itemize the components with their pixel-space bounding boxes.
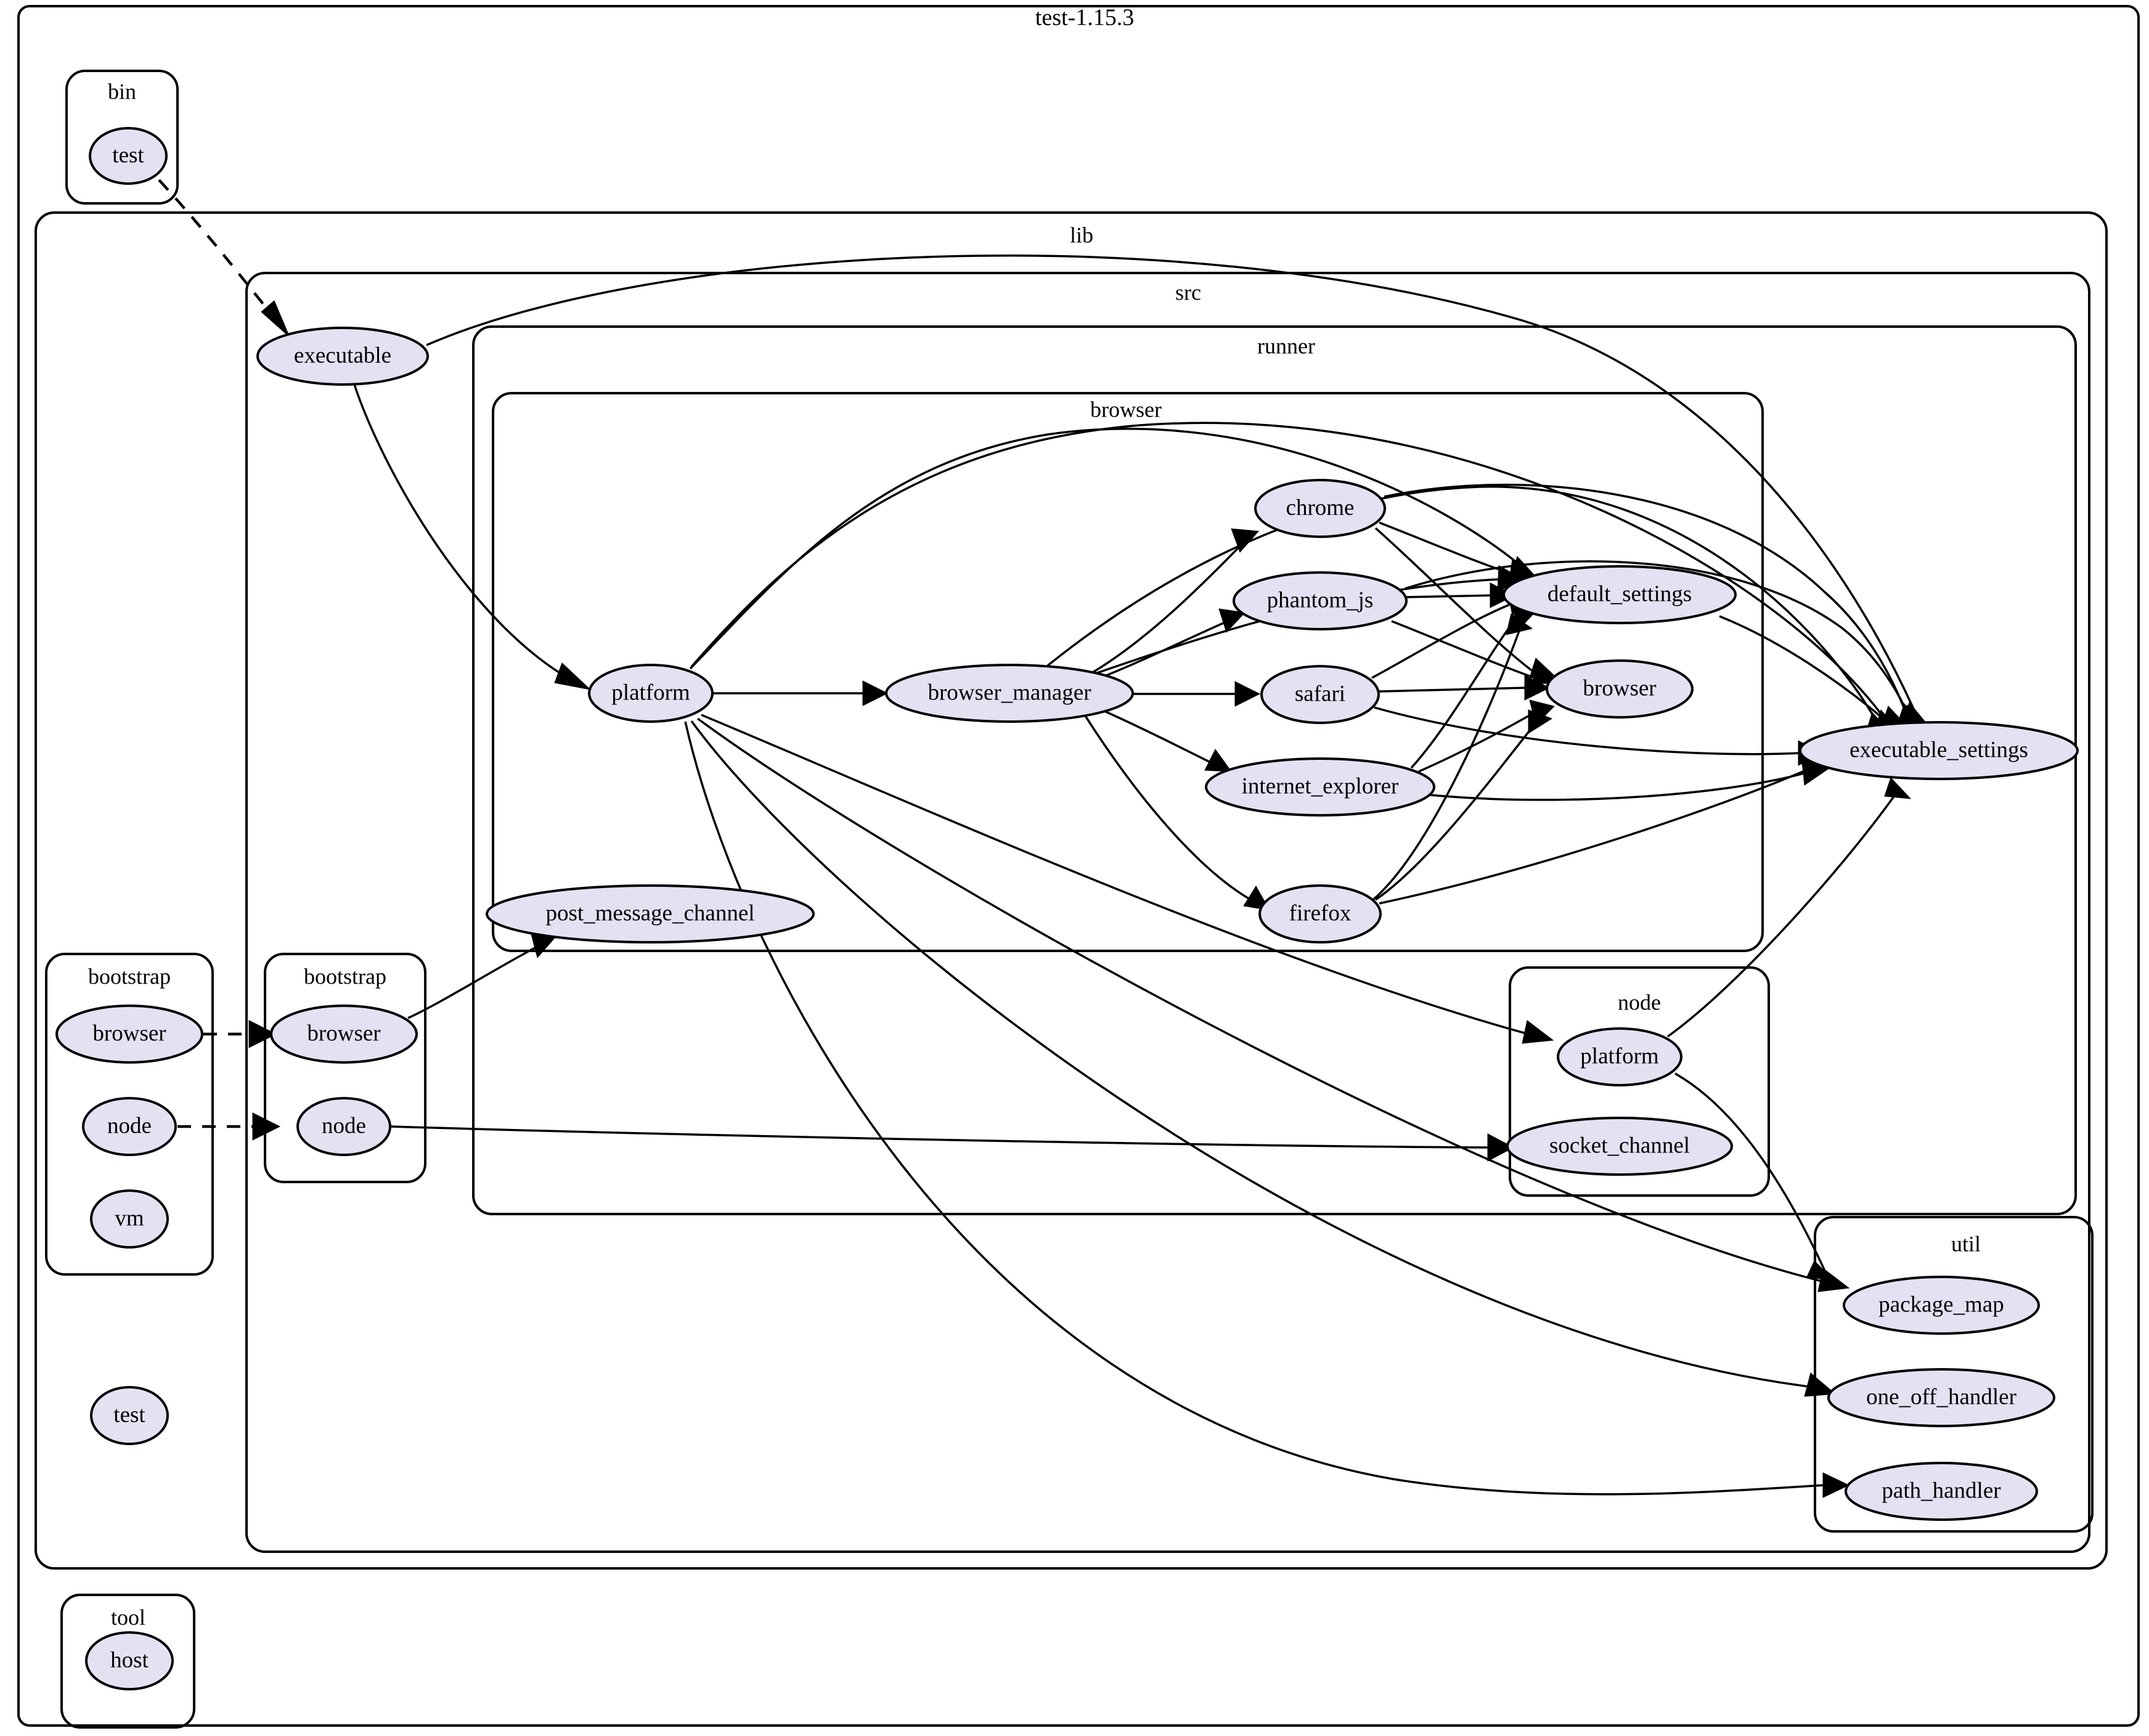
- arrowhead-bin_test-executable: [261, 300, 290, 338]
- node-chrome[interactable]: chrome: [1254, 479, 1386, 538]
- node-label: browser_manager: [928, 680, 1091, 705]
- cluster-root: [17, 5, 2140, 1727]
- edge-firefox-browser: [1375, 719, 1539, 901]
- edge-executable-executable_settings: [426, 255, 1919, 719]
- graph-svg: test-1.15.3 bin lib src runner browser n…: [17, 5, 2140, 1729]
- node-label: chrome: [1286, 495, 1355, 520]
- node-executable[interactable]: executable: [256, 327, 429, 386]
- node-label: executable: [294, 343, 391, 368]
- node-bootstrap-outer-browser[interactable]: browser: [55, 1005, 203, 1064]
- node-bootstrap-outer-node[interactable]: node: [82, 1097, 177, 1156]
- graph-title: test-1.15.3: [1035, 5, 1134, 31]
- node-safari[interactable]: safari: [1260, 665, 1380, 724]
- node-bootstrap-lib-node[interactable]: node: [296, 1097, 391, 1156]
- cluster-label-util: util: [1951, 1231, 1981, 1256]
- edge-node_platform-package_map: [1674, 1072, 1825, 1270]
- edge-internet_explorer-default_settings: [1410, 615, 1519, 769]
- edge-bs_lib_browser-post_message_channel: [407, 947, 536, 1019]
- node-label: package_map: [1878, 1292, 2004, 1317]
- node-firefox[interactable]: firefox: [1258, 884, 1382, 943]
- cluster-lib: [35, 211, 2108, 1570]
- edge-browser_manager-chrome: [1089, 541, 1245, 675]
- node-label: socket_channel: [1549, 1133, 1690, 1158]
- arrowhead-platform-node_platform: [1522, 1020, 1554, 1044]
- node-label: test: [113, 1402, 145, 1427]
- node-socket-channel[interactable]: socket_channel: [1506, 1117, 1733, 1176]
- node-bin-test[interactable]: test: [89, 127, 168, 185]
- node-label: one_off_handler: [1866, 1384, 2016, 1409]
- node-label: safari: [1295, 681, 1345, 706]
- edge-phantom_js-default_settings: [1406, 594, 1495, 598]
- edge-bs_lib_node-socket_channel: [390, 1125, 1491, 1149]
- cluster-label-bootstrap-lib: bootstrap: [304, 964, 386, 988]
- edge-browser_manager-internet_explorer: [1103, 709, 1210, 763]
- node-package-map[interactable]: package_map: [1843, 1276, 2040, 1335]
- arrowhead-platform-browser_manager: [862, 680, 889, 706]
- node-label: firefox: [1289, 900, 1352, 926]
- node-label: vm: [115, 1205, 144, 1231]
- edge-chrome-default_settings: [1379, 521, 1511, 574]
- arrowhead-node_platform-executable_settings: [1884, 777, 1912, 799]
- node-label: internet_explorer: [1242, 773, 1399, 799]
- edge-browser_manager-firefox: [1083, 714, 1249, 900]
- cluster-label-layer: test-1.15.3 bin lib src runner browser n…: [88, 5, 1981, 1630]
- node-bootstrap-outer-vm[interactable]: vm: [90, 1189, 169, 1249]
- cluster-label-lib: lib: [1070, 222, 1093, 247]
- node-bootstrap-lib-browser[interactable]: browser: [270, 1005, 418, 1064]
- node-label: platform: [1580, 1043, 1659, 1069]
- node-label: test: [112, 142, 144, 168]
- edge-layer: [158, 179, 1927, 1498]
- edge-platform-node_platform: [701, 714, 1529, 1035]
- edge-executable-platform: [353, 384, 574, 682]
- node-internet-explorer[interactable]: internet_explorer: [1205, 757, 1435, 817]
- node-label: browser: [92, 1021, 166, 1046]
- node-label: browser: [1583, 675, 1656, 701]
- node-path-handler[interactable]: path_handler: [1845, 1462, 2038, 1521]
- node-executable-settings[interactable]: executable_settings: [1799, 721, 2079, 780]
- node-label: node: [322, 1113, 366, 1138]
- node-label: host: [110, 1647, 149, 1673]
- node-browser[interactable]: browser: [1546, 659, 1694, 719]
- edge-default_settings-executable_settings: [1719, 615, 1886, 721]
- cluster-label-tool: tool: [111, 1605, 145, 1629]
- cluster-label-bin: bin: [108, 79, 136, 104]
- node-default-settings[interactable]: default_settings: [1503, 565, 1737, 624]
- node-lib-test[interactable]: test: [90, 1386, 169, 1445]
- node-tool-host[interactable]: host: [85, 1631, 174, 1690]
- edge-internet_explorer-browser: [1418, 711, 1536, 773]
- edge-browser_manager-executable_settings: [1046, 486, 1881, 728]
- arrowhead-browser_manager-safari: [1234, 681, 1261, 707]
- node-label: executable_settings: [1849, 737, 2028, 762]
- edge-safari-browser: [1378, 687, 1528, 693]
- node-node-platform[interactable]: platform: [1557, 1027, 1682, 1086]
- node-label: path_handler: [1882, 1478, 2000, 1503]
- node-layer: test executable platform browser_manager…: [55, 127, 2079, 1690]
- edge-bin_test-executable: [158, 179, 282, 327]
- node-label: phantom_js: [1267, 587, 1374, 613]
- node-phantom-js[interactable]: phantom_js: [1233, 571, 1408, 630]
- edge-platform-path_handler: [684, 721, 1825, 1496]
- dependency-graph-canvas: test-1.15.3 bin lib src runner browser n…: [0, 0, 2149, 1736]
- cluster-layer: [17, 5, 2140, 1729]
- node-browser-manager[interactable]: browser_manager: [885, 664, 1134, 723]
- node-label: default_settings: [1548, 581, 1692, 606]
- node-label: post_message_channel: [545, 900, 754, 926]
- cluster-label-bootstrap-outer: bootstrap: [88, 964, 171, 988]
- arrowhead-executable-platform: [554, 662, 592, 690]
- node-one-off-handler[interactable]: one_off_handler: [1827, 1368, 2055, 1427]
- edge-node_platform-executable_settings: [1666, 788, 1901, 1038]
- node-label: browser: [307, 1021, 380, 1046]
- node-label: node: [107, 1113, 152, 1138]
- arrowhead-bs_lib_browser-post_message_channel: [531, 934, 555, 959]
- node-platform-src[interactable]: platform: [588, 664, 714, 723]
- cluster-label-src: src: [1175, 280, 1201, 304]
- node-post-message-channel[interactable]: post_message_channel: [486, 884, 815, 943]
- cluster-label-runner: runner: [1257, 333, 1315, 358]
- cluster-label-browser: browser: [1090, 397, 1162, 422]
- cluster-label-node: node: [1618, 990, 1661, 1014]
- node-label: platform: [611, 680, 690, 705]
